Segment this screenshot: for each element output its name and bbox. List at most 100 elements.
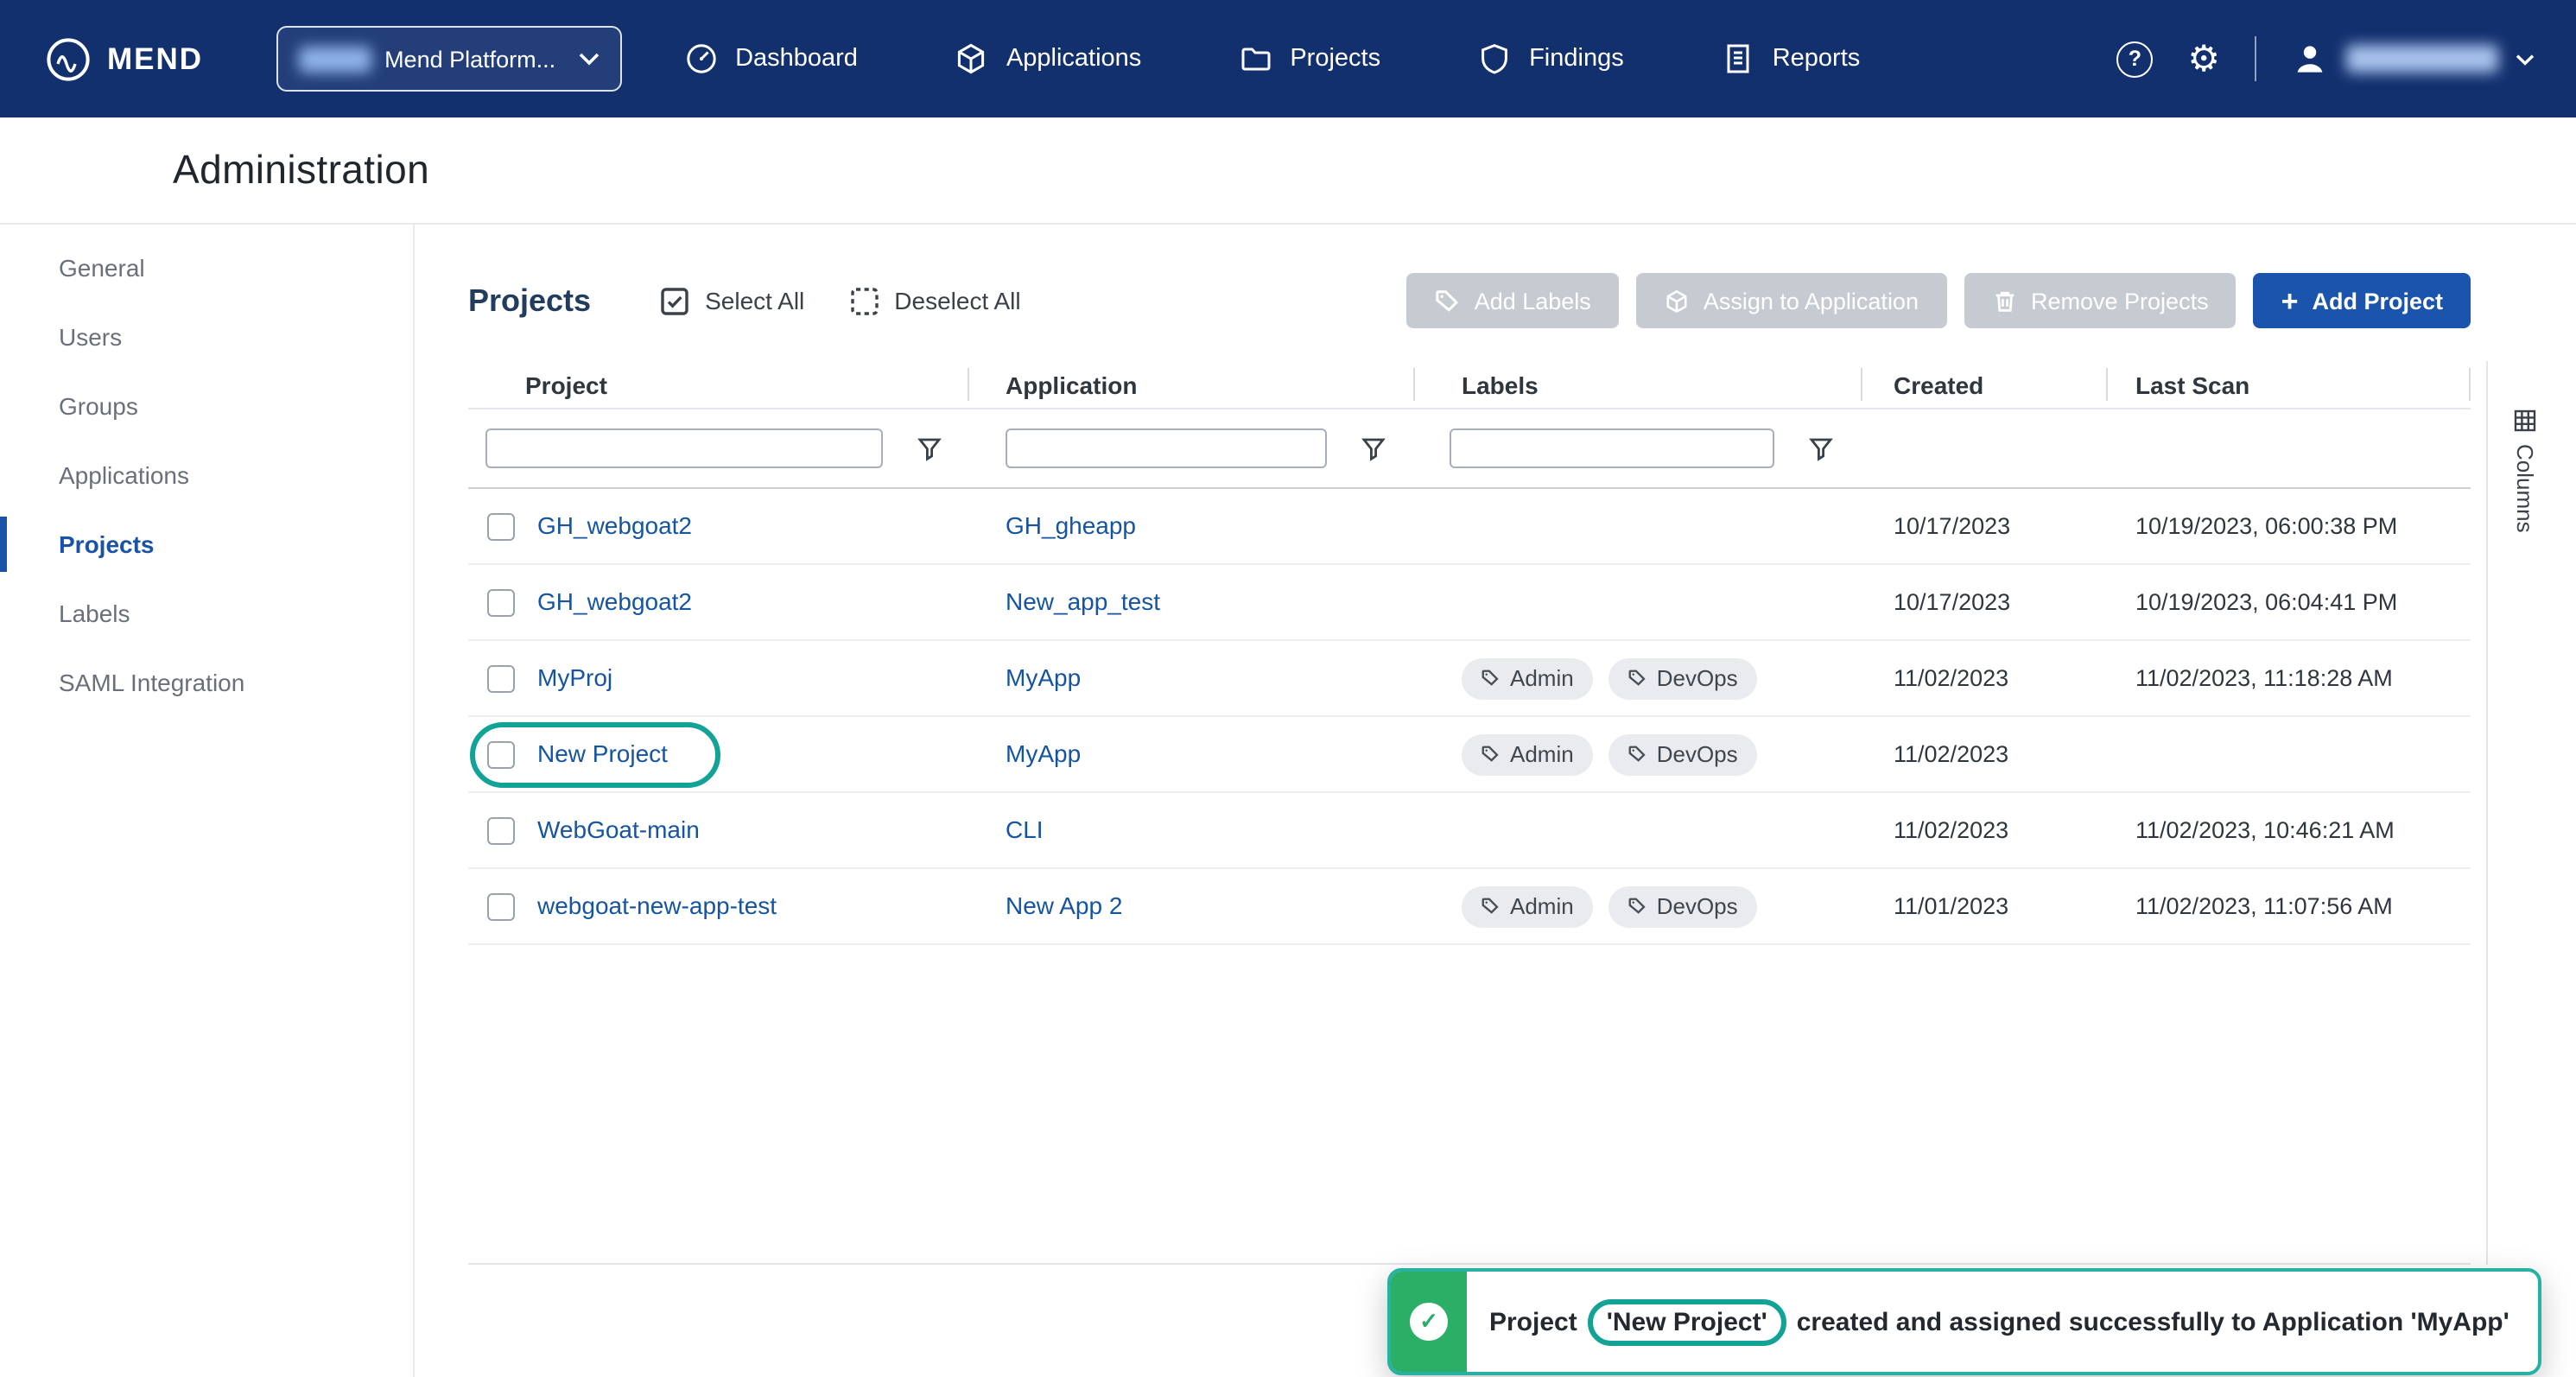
application-filter-cell [969,428,1415,468]
sidebar-item-labels[interactable]: Labels [0,579,413,648]
projects-folder-icon [1238,41,1272,76]
row-checkbox[interactable] [487,664,515,692]
nav-item-dashboard[interactable]: Dashboard [683,41,858,76]
application-link[interactable]: MyApp [1006,663,1081,690]
toast-message: Project 'New Project' created and assign… [1467,1272,2532,1372]
project-link[interactable]: GH_webgoat2 [537,511,692,538]
application-link[interactable]: New App 2 [1006,891,1122,918]
project-cell: webgoat-new-app-test [537,891,969,922]
labels-cell: Admin DevOps [1415,657,1862,699]
label-badge: DevOps [1608,885,1757,927]
add-labels-button[interactable]: Add Labels [1407,273,1619,328]
filter-funnel-icon[interactable] [1809,436,1833,460]
top-navbar: MEND Mend Platform... Dashboard [0,0,2576,117]
row-checkbox-cell [468,588,537,616]
last-scan-value: 11/02/2023, 10:46:21 AM [2108,817,2471,843]
remove-projects-label: Remove Projects [2031,288,2209,314]
project-link[interactable]: MyProj [537,663,612,690]
project-cell: MyProj [537,663,969,694]
created-value: 10/17/2023 [1862,513,2108,539]
row-checkbox[interactable] [487,740,515,768]
deselect-all-button[interactable]: Deselect All [849,286,1020,315]
column-header-last-scan[interactable]: Last Scan [2108,361,2471,408]
column-header-created[interactable]: Created [1862,361,2108,408]
add-project-button[interactable]: + Add Project [2254,273,2471,328]
page-header: Administration [0,117,2576,225]
table-row: New Project MyApp AdminDevOps 11/02/2023 [468,717,2471,793]
mend-logo[interactable]: MEND [45,35,203,82]
created-value: 11/02/2023 [1862,817,2108,843]
sidebar-item-general[interactable]: General [0,233,413,302]
tag-icon [1435,288,1461,314]
filter-funnel-icon[interactable] [1361,436,1386,460]
row-checkbox[interactable] [487,816,515,844]
nav-item-findings[interactable]: Findings [1477,41,1624,76]
sidebar-item-label: Users [59,323,122,351]
column-header-application[interactable]: Application [969,361,1415,408]
row-checkbox[interactable] [487,512,515,540]
application-link[interactable]: GH_gheapp [1006,511,1136,538]
labels-cell: Admin DevOps [1415,885,1862,927]
sidebar-item-saml-integration[interactable]: SAML Integration [0,648,413,717]
sidebar-item-applications[interactable]: Applications [0,441,413,510]
gear-icon[interactable]: ⚙ [2187,41,2220,77]
project-filter-input[interactable] [485,428,883,468]
created-value: 11/02/2023 [1862,665,2108,691]
org-selector-dropdown[interactable]: Mend Platform... [276,26,621,92]
label-badge: Admin [1462,885,1593,927]
application-link[interactable]: New_app_test [1006,587,1160,614]
project-cell: New Project [537,739,969,770]
add-labels-label: Add Labels [1475,288,1591,314]
nav-item-reports[interactable]: Reports [1721,41,1861,76]
label-badge-text: Admin [1510,665,1574,691]
column-header-labels[interactable]: Labels [1415,361,1862,408]
user-menu[interactable] [2291,40,2535,78]
sidebar-item-projects[interactable]: Projects [0,510,413,579]
column-header-project[interactable]: Project [468,361,969,408]
row-checkbox[interactable] [487,892,515,920]
tag-icon [1481,897,1500,916]
application-link[interactable]: MyApp [1006,739,1081,766]
tag-icon [1481,745,1500,764]
nav-item-projects[interactable]: Projects [1238,41,1380,76]
nav-item-applications[interactable]: Applications [955,41,1141,76]
project-cell: GH_webgoat2 [537,587,969,618]
help-icon[interactable]: ? [2116,41,2153,77]
tag-icon [1627,669,1646,688]
sidebar-item-groups[interactable]: Groups [0,371,413,441]
page-title: Administration [173,147,429,194]
table-filter-row [468,409,2471,489]
project-link[interactable]: GH_webgoat2 [537,587,692,614]
columns-picker-button[interactable]: Columns [2486,361,2562,1265]
tag-icon [1627,745,1646,764]
label-badge: DevOps [1608,657,1757,699]
row-checkbox-cell [468,816,537,844]
labels-filter-input[interactable] [1450,428,1774,468]
remove-projects-button[interactable]: Remove Projects [1964,273,2237,328]
project-cell: WebGoat-main [537,815,969,846]
sidebar-item-label: Applications [59,461,189,489]
application-cell: CLI [969,815,1415,846]
toolbar-actions: Add Labels Assign to Application [1407,273,2471,328]
application-cell: MyApp [969,739,1415,770]
toast-message-prefix: Project [1489,1307,1577,1336]
row-checkbox[interactable] [487,588,515,616]
sidebar-item-users[interactable]: Users [0,302,413,371]
nav-item-label: Findings [1529,45,1624,73]
select-all-button[interactable]: Select All [660,286,804,315]
project-link[interactable]: New Project [537,739,668,766]
assign-to-application-button[interactable]: Assign to Application [1636,273,1946,328]
application-filter-input[interactable] [1006,428,1327,468]
annotation-circle: 'New Project' [1588,1298,1786,1345]
created-value: 11/02/2023 [1862,741,2108,767]
columns-picker-label: Columns [2512,444,2538,533]
project-link[interactable]: WebGoat-main [537,815,700,842]
sidebar-item-label: Labels [59,600,130,627]
project-link[interactable]: webgoat-new-app-test [537,891,777,918]
chevron-down-icon [578,52,599,66]
filter-funnel-icon[interactable] [917,436,942,460]
deselect-all-icon [849,286,879,315]
project-filter-cell [468,428,969,468]
nav-item-label: Applications [1006,45,1141,73]
application-link[interactable]: CLI [1006,815,1044,842]
